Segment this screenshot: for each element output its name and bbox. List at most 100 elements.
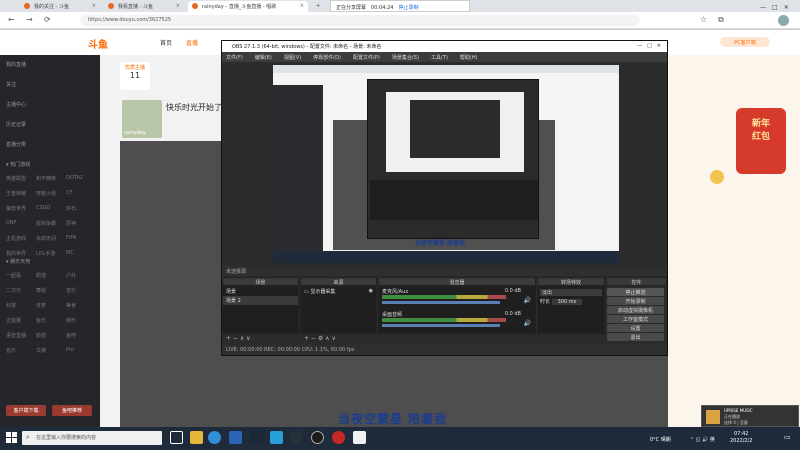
- speaker-icon[interactable]: 🔊: [524, 297, 531, 304]
- sidebar-item[interactable]: 历史记录: [6, 121, 26, 128]
- obs-taskbar-icon[interactable]: [311, 431, 324, 444]
- notification-icon[interactable]: ▭: [784, 433, 791, 441]
- category-link[interactable]: 舞蹈: [36, 287, 46, 294]
- steam-icon[interactable]: [250, 431, 263, 444]
- edge-icon[interactable]: [208, 431, 221, 444]
- category-link[interactable]: 英雄联盟: [6, 175, 26, 182]
- studio-mode-button[interactable]: 工作室模式: [607, 315, 664, 323]
- category-link[interactable]: 美食: [66, 302, 76, 309]
- browser-tab-active[interactable]: rainyday - 直播_斗鱼直播 - 唱歌 ×: [188, 1, 308, 12]
- menu-item[interactable]: 编辑(E): [255, 55, 272, 61]
- category-link[interactable]: 语音直播: [6, 332, 26, 339]
- follow-card[interactable]: 优质主播 11: [120, 62, 150, 90]
- eye-icon[interactable]: ◉: [369, 288, 373, 294]
- sidebar-item[interactable]: 主播中心: [6, 101, 26, 108]
- menu-item[interactable]: 帮助(H): [460, 55, 478, 61]
- category-link[interactable]: 原神: [66, 220, 76, 227]
- taskbar-clock[interactable]: 07:42 2022/2/2: [730, 431, 752, 445]
- menu-item[interactable]: 停靠部件(D): [313, 55, 341, 61]
- back-icon[interactable]: ←: [8, 15, 15, 24]
- browser-tab[interactable]: 我的关注 - 斗鱼 ×: [20, 1, 100, 12]
- menu-item[interactable]: 文件(F): [226, 55, 243, 61]
- category-link[interactable]: 主机游戏: [6, 235, 26, 242]
- reload-icon[interactable]: ⟳: [44, 15, 51, 24]
- pc-client-button[interactable]: PC客户端: [720, 37, 770, 47]
- close-icon[interactable]: ×: [92, 3, 96, 9]
- category-link[interactable]: 星际争霸: [36, 220, 56, 227]
- category-link[interactable]: 文娱: [36, 347, 46, 354]
- category-link[interactable]: MC: [66, 250, 74, 256]
- category-link[interactable]: 王者荣耀: [6, 190, 26, 197]
- scene-add-icon[interactable]: + − ∧ ∨: [226, 335, 251, 342]
- gift-icon[interactable]: [710, 170, 724, 184]
- menu-item[interactable]: 配置文件(P): [353, 55, 380, 61]
- sidebar-item[interactable]: 关注: [6, 81, 16, 88]
- category-link[interactable]: 永劫无间: [36, 235, 56, 242]
- transition-select[interactable]: 淡出: [540, 289, 602, 296]
- menu-item[interactable]: 工具(T): [431, 55, 448, 61]
- app-icon[interactable]: [353, 431, 366, 444]
- category-link[interactable]: 我的世界: [6, 250, 26, 257]
- category-link[interactable]: 鱼吧: [66, 332, 76, 339]
- close-icon[interactable]: ×: [300, 3, 304, 9]
- volume-slider[interactable]: [382, 301, 500, 304]
- new-tab-button[interactable]: +: [312, 1, 326, 12]
- category-link[interactable]: 二次元: [6, 287, 21, 294]
- category-link[interactable]: DOTA2: [66, 175, 83, 181]
- category-link[interactable]: 正能量: [6, 317, 21, 324]
- file-explorer-icon[interactable]: [190, 431, 203, 444]
- source-add-icon[interactable]: + − ⚙ ∧ ∨: [304, 335, 336, 342]
- category-link[interactable]: CF: [66, 190, 72, 196]
- fish-bar-button[interactable]: 鱼吧推荐: [52, 405, 92, 416]
- app-icon[interactable]: [332, 431, 345, 444]
- download-client-button[interactable]: 客户端下载: [6, 405, 46, 416]
- category-link[interactable]: Pro: [66, 347, 74, 353]
- music-notification[interactable]: UPRISE MUSIC 正在播放 选择 X | 音量: [701, 405, 799, 427]
- address-bar[interactable]: https://www.douyu.com/3627525: [80, 15, 640, 26]
- category-link[interactable]: 和平精英: [36, 175, 56, 182]
- taskbar-search-input[interactable]: 在这里输入你要搜索的内容: [22, 431, 162, 445]
- category-link[interactable]: 音乐: [6, 347, 16, 354]
- category-link[interactable]: 魔兽世界: [6, 205, 26, 212]
- speaker-icon[interactable]: 🔊: [524, 320, 531, 327]
- windows-start-icon[interactable]: [6, 432, 18, 444]
- volume-slider[interactable]: [382, 324, 500, 327]
- sidebar-item[interactable]: 直播分类: [6, 141, 26, 148]
- obs-window-controls[interactable]: — □ ✕: [637, 42, 661, 49]
- tray-icons[interactable]: ⌃ ◱ 🔊 英: [690, 436, 715, 443]
- stop-streaming-button[interactable]: 停止推流: [607, 288, 664, 296]
- weather-widget[interactable]: 0°C 晴朗: [650, 436, 671, 443]
- settings-button[interactable]: 设置: [607, 324, 664, 332]
- favorites-icon[interactable]: ☆: [700, 15, 707, 24]
- menu-item[interactable]: 场景集合(S): [392, 55, 419, 61]
- close-icon[interactable]: ×: [176, 3, 180, 9]
- category-link[interactable]: FIFA: [66, 235, 76, 241]
- nav-home[interactable]: 首页: [160, 38, 172, 47]
- category-link[interactable]: 炉石: [66, 205, 76, 212]
- task-view-icon[interactable]: [170, 431, 183, 444]
- collections-icon[interactable]: ⧉: [718, 15, 724, 25]
- close-icon[interactable]: ✕: [784, 4, 789, 11]
- virtual-camera-button[interactable]: 启动虚拟摄像机: [607, 306, 664, 314]
- menu-item[interactable]: 视图(V): [284, 55, 301, 61]
- app-icon[interactable]: [270, 431, 283, 444]
- category-link[interactable]: LOL手游: [36, 250, 55, 257]
- exit-button[interactable]: 退出: [607, 333, 664, 341]
- category-link[interactable]: 音乐: [66, 287, 76, 294]
- category-link[interactable]: 鱼乐: [36, 317, 46, 324]
- category-link[interactable]: 户外: [66, 272, 76, 279]
- category-link[interactable]: 科技: [6, 302, 16, 309]
- browser-tab[interactable]: 我看直播 - 斗鱼 ×: [104, 1, 184, 12]
- category-link[interactable]: 娱乐: [66, 317, 76, 324]
- profile-avatar[interactable]: [778, 15, 789, 26]
- obs-preview-canvas[interactable]: 当夜空繁星 陪着我: [273, 65, 619, 263]
- category-link[interactable]: 颜值: [36, 272, 46, 279]
- start-recording-button[interactable]: 开始录制: [607, 297, 664, 305]
- category-link[interactable]: CSGO: [36, 205, 50, 211]
- category-link[interactable]: 体育: [36, 302, 46, 309]
- scene-item[interactable]: 场景 2: [223, 296, 298, 305]
- app-icon[interactable]: [290, 431, 303, 444]
- stop-share-button[interactable]: 停止录制: [399, 5, 419, 11]
- minimize-icon[interactable]: —: [760, 4, 766, 11]
- duration-input[interactable]: 300 ms: [551, 299, 583, 305]
